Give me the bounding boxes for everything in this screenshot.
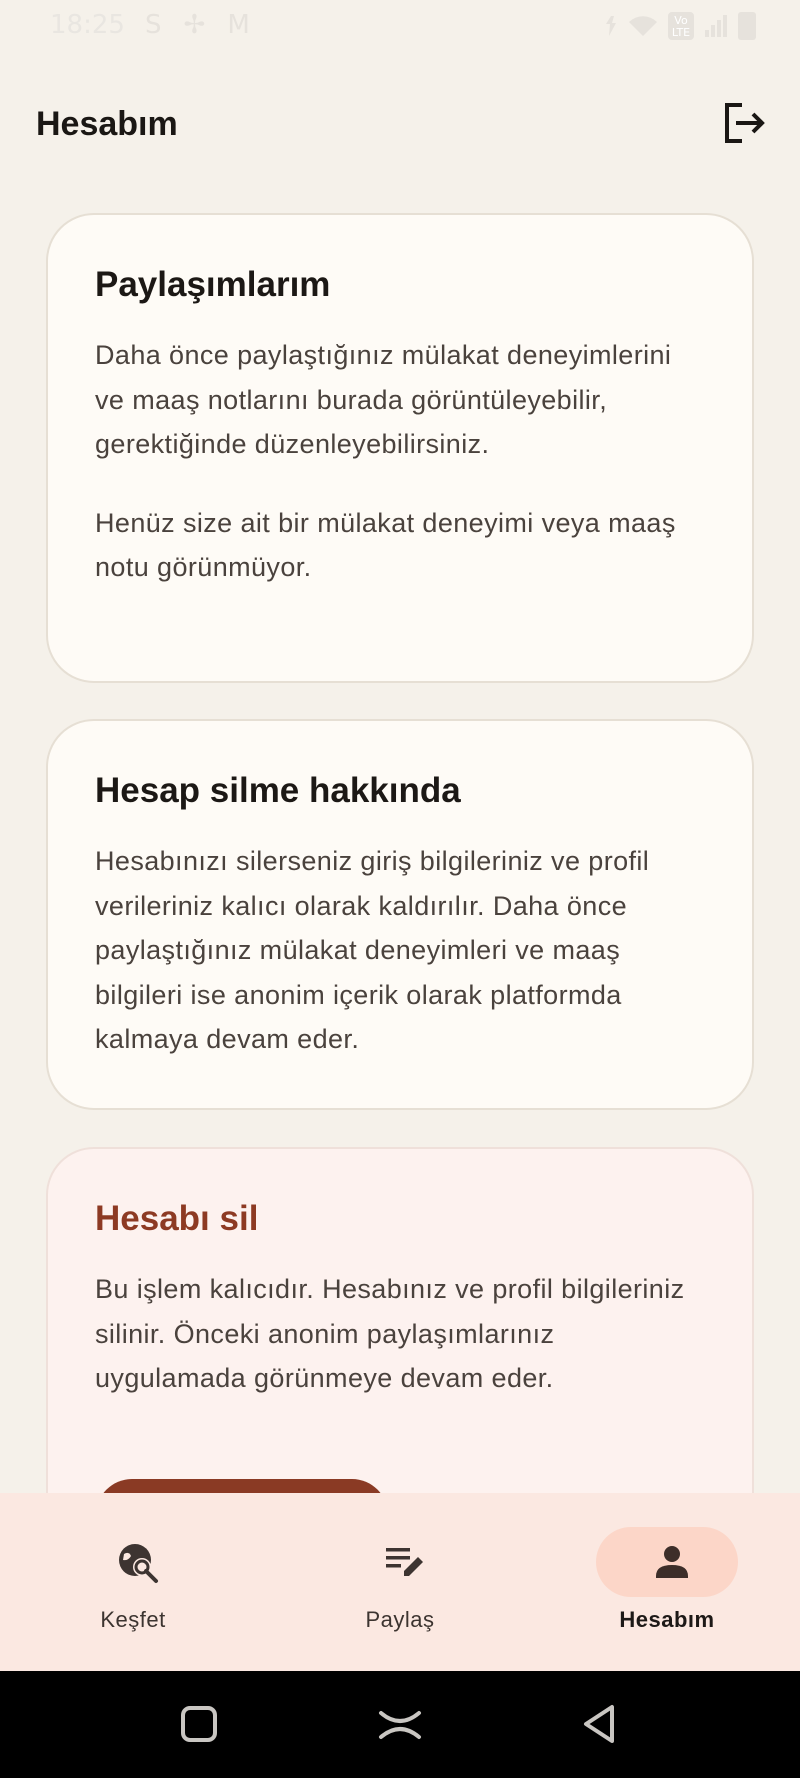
status-time: 18:25: [50, 10, 125, 40]
vibrate-icon: [606, 16, 616, 36]
nav-label-explore: Keşfet: [100, 1607, 166, 1632]
person-icon: [656, 1546, 688, 1578]
my-shares-description: Daha önce paylaştığınız mülakat deneyiml…: [95, 340, 672, 459]
system-navigation-bar: [0, 1671, 800, 1778]
explore-search-icon: [119, 1544, 158, 1583]
logout-icon: [725, 103, 765, 143]
delete-account-title: Hesabı sil: [95, 1199, 259, 1238]
nav-item-share[interactable]: Paylaş: [267, 1493, 533, 1671]
volte-icon: Vo LTE: [668, 12, 694, 40]
my-shares-empty-text: Henüz size ait bir mülakat deneyimi veya…: [95, 507, 676, 583]
logout-button[interactable]: [722, 100, 766, 146]
status-app-icons: S ✢ M: [145, 10, 250, 40]
notification-app-gmail-icon: M: [227, 10, 250, 40]
notification-app-pinwheel-icon: ✢: [183, 10, 206, 40]
nav-label-account: Hesabım: [619, 1607, 715, 1632]
back-icon[interactable]: [578, 1701, 624, 1747]
wifi-icon: [629, 16, 657, 36]
deletion-info-title: Hesap silme hakkında: [95, 771, 461, 810]
nav-label-share: Paylaş: [365, 1607, 435, 1632]
page-title: Hesabım: [36, 105, 178, 143]
my-shares-title: Paylaşımlarım: [95, 265, 331, 304]
nav-item-explore[interactable]: Keşfet: [0, 1493, 266, 1671]
bottom-navigation: Keşfet Paylaş Hesabım: [0, 1493, 800, 1671]
notification-app-s-icon: S: [145, 10, 162, 40]
battery-icon: [738, 12, 756, 40]
deletion-info-description: Hesabınızı silerseniz giriş bilgileriniz…: [95, 846, 650, 1054]
my-shares-card: Paylaşımlarım Daha önce paylaştığınız mü…: [46, 213, 754, 683]
delete-account-description: Bu işlem kalıcıdır. Hesabınız ve profil …: [95, 1274, 685, 1393]
account-deletion-info-card: Hesap silme hakkında Hesabınızı silersen…: [46, 719, 754, 1110]
nav-item-account[interactable]: Hesabım: [534, 1493, 800, 1671]
edit-note-icon: [386, 1548, 423, 1576]
status-bar: 18:25 S ✢ M Vo LTE: [0, 0, 800, 60]
home-icon[interactable]: [377, 1701, 423, 1747]
signal-icon: [705, 15, 727, 37]
recents-icon[interactable]: [176, 1701, 222, 1747]
status-right-icons: Vo LTE: [604, 12, 756, 40]
